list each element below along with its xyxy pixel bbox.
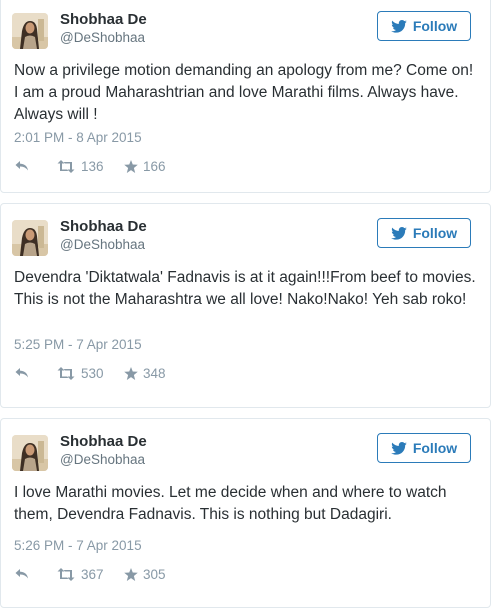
tweet-actions: 367 305	[14, 564, 166, 584]
retweet-count: 367	[81, 566, 104, 582]
retweet-icon	[57, 366, 75, 380]
tweet-text: I love Marathi movies. Let me decide whe…	[14, 484, 447, 523]
tweet-card: Shobhaa De @DeShobhaa Follow Devendra 'D…	[0, 203, 491, 408]
favorite-count: 166	[143, 158, 166, 174]
tweet-card: Shobhaa De @DeShobhaa Follow Now a privi…	[0, 0, 491, 193]
retweet-button[interactable]: 136	[56, 159, 124, 174]
tweet-feed: Shobhaa De @DeShobhaa Follow Now a privi…	[0, 0, 491, 608]
avatar[interactable]	[12, 435, 48, 471]
retweet-button[interactable]: 367	[56, 567, 124, 582]
retweet-icon	[57, 159, 75, 173]
tweet-text: Now a privilege motion demanding an apol…	[14, 62, 474, 123]
author-name[interactable]: Shobhaa De	[60, 11, 147, 28]
tweet-actions: 530 348	[14, 363, 166, 383]
follow-label: Follow	[412, 225, 458, 241]
reply-icon	[15, 569, 28, 579]
avatar[interactable]	[12, 13, 48, 49]
author-name[interactable]: Shobhaa De	[60, 433, 147, 450]
follow-button[interactable]: Follow	[377, 433, 471, 463]
favorite-button[interactable]: 348	[124, 366, 166, 381]
twitter-bird-icon	[391, 19, 407, 33]
retweet-button[interactable]: 530	[56, 366, 124, 381]
favorite-count: 348	[143, 365, 166, 381]
avatar[interactable]	[12, 220, 48, 256]
tweet-timestamp[interactable]: 5:26 PM - 7 Apr 2015	[14, 538, 142, 553]
reply-button[interactable]	[14, 568, 56, 580]
favorite-button[interactable]: 305	[124, 567, 166, 582]
follow-button[interactable]: Follow	[377, 11, 471, 41]
author-handle[interactable]: @DeShobhaa	[60, 452, 145, 467]
star-icon	[124, 567, 138, 581]
favorite-button[interactable]: 166	[124, 159, 166, 174]
tweet-card: Shobhaa De @DeShobhaa Follow I love Mara…	[0, 418, 491, 608]
follow-label: Follow	[412, 18, 458, 34]
author-name[interactable]: Shobhaa De	[60, 218, 147, 235]
retweet-count: 136	[81, 158, 104, 174]
retweet-icon	[57, 567, 75, 581]
avatar-photo-icon	[12, 435, 48, 471]
reply-button[interactable]	[14, 367, 56, 379]
tweet-actions: 136 166	[14, 156, 166, 176]
tweet-timestamp[interactable]: 2:01 PM - 8 Apr 2015	[14, 130, 142, 145]
avatar-photo-icon	[12, 220, 48, 256]
author-handle[interactable]: @DeShobhaa	[60, 237, 145, 252]
reply-button[interactable]	[14, 160, 56, 172]
retweet-count: 530	[81, 365, 104, 381]
follow-label: Follow	[412, 440, 458, 456]
twitter-bird-icon	[391, 226, 407, 240]
star-icon	[124, 366, 138, 380]
twitter-bird-icon	[391, 441, 407, 455]
reply-icon	[15, 368, 28, 378]
tweet-text: Devendra 'Diktatwala' Fadnavis is at it …	[14, 269, 476, 308]
follow-button[interactable]: Follow	[377, 218, 471, 248]
avatar-photo-icon	[12, 13, 48, 49]
favorite-count: 305	[143, 566, 166, 582]
tweet-timestamp[interactable]: 5:25 PM - 7 Apr 2015	[14, 337, 142, 352]
reply-icon	[15, 161, 28, 171]
author-handle[interactable]: @DeShobhaa	[60, 30, 145, 45]
star-icon	[124, 159, 138, 173]
